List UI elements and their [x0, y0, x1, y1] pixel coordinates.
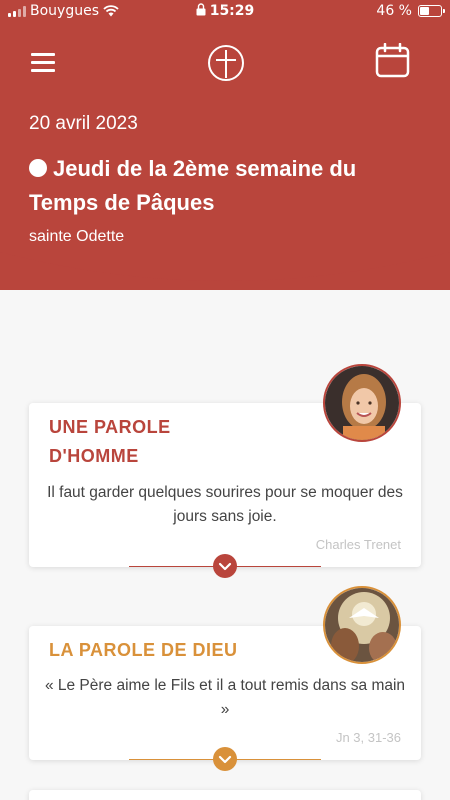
day-date: 20 avril 2023 [29, 113, 138, 134]
expand-button[interactable] [213, 554, 237, 578]
status-bar: Bouygues 15:29 46 % [0, 0, 450, 24]
expand-button[interactable] [213, 747, 237, 771]
lock-icon [196, 3, 206, 16]
card-title: UNE PAROLE D'HOMME [49, 417, 171, 466]
liturgical-color-dot [29, 159, 47, 177]
battery-icon [418, 5, 445, 17]
time-label: 15:29 [209, 3, 255, 19]
menu-icon[interactable] [31, 53, 55, 73]
day-title-text: Jeudi de la 2ème semaine du Temps de Pâq… [29, 156, 357, 215]
card-quote: Il faut garder quelques sourires pour se… [47, 484, 403, 525]
card-source: Charles Trenet [315, 537, 401, 552]
card-source: Jn 3, 31-36 [335, 730, 401, 745]
card-title: LA PAROLE DE DIEU [49, 640, 238, 660]
header-curve [0, 240, 450, 281]
painting-thumbnail [323, 586, 401, 664]
next-card[interactable] [29, 790, 421, 800]
battery-fill [420, 7, 429, 15]
card-quote: « Le Père aime le Fils et il a tout remi… [44, 677, 406, 718]
calendar-icon[interactable] [375, 43, 410, 78]
cross-circle-icon[interactable] [207, 44, 245, 82]
chevron-down-icon [218, 755, 232, 764]
author-avatar [323, 364, 401, 442]
status-bar-right: 46 % [376, 3, 445, 19]
day-title: Jeudi de la 2ème semaine du Temps de Pâq… [29, 152, 429, 220]
saint-of-day: sainte Odette [29, 228, 125, 245]
chevron-down-icon [218, 562, 232, 571]
battery-label: 46 % [376, 3, 412, 19]
